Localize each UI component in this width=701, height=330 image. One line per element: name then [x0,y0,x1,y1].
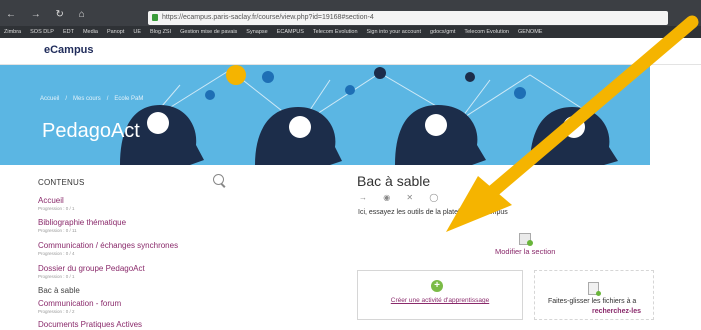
toc-item-progress: Progression : 0 / 11 [38,228,77,233]
toc-item-label[interactable]: Dossier du groupe PedagoAct [38,264,145,273]
course-banner [0,65,650,165]
toc-item-progress: Progression : 0 / 2 [38,309,75,314]
bookmark-item[interactable]: SOS DLP [30,29,54,35]
ecampus-logo[interactable]: eCampus [44,44,94,56]
bookmarks-bar: Zimbra SOS DLP EDT Media Panopt UE Blog ZSI Ges… [0,26,701,38]
bookmark-item[interactable]: GENOME [518,29,542,35]
banner-illustration [120,65,618,165]
edit-section-icon[interactable] [519,233,533,246]
breadcrumb-separator: / [106,96,109,102]
browse-files-link[interactable]: recherchez-les [592,308,641,315]
lock-icon [152,14,158,21]
bookmark-item[interactable]: Zimbra [4,29,21,35]
contents-heading: CONTENUS [38,178,85,187]
address-bar[interactable]: https://ecampus.paris-saclay.fr/course/v… [148,11,668,25]
breadcrumb-course[interactable]: Ecole PaM [114,96,143,102]
breadcrumb-home[interactable]: Accueil [40,96,59,102]
toc-item-label[interactable]: Communication / échanges synchrones [38,241,178,250]
bookmark-item[interactable]: ECAMPUS [277,29,304,35]
bookmark-item[interactable]: EDT [63,29,74,35]
bookmark-item[interactable]: Blog ZSI [150,29,171,35]
bookmark-item[interactable]: Panopt [107,29,124,35]
toc-item-forum[interactable]: Communication - forum Progression : 0 / … [38,299,121,314]
toc-item-accueil[interactable]: Accueil Progression : 0 / 1 [38,196,75,211]
bookmark-item[interactable]: UE [133,29,141,35]
toc-item-label[interactable]: Accueil [38,196,75,205]
breadcrumb-separator: / [65,96,68,102]
toc-item-documents[interactable]: Documents Pratiques Actives [38,320,142,329]
toc-item-dossier[interactable]: Dossier du groupe PedagoAct Progression … [38,264,145,279]
toc-item-bac-a-sable[interactable]: Bac à sable [38,286,80,295]
section-description: Ici, essayez les outils de la plateforme… [358,209,508,216]
toc-item-progress: Progression : 0 / 1 [38,206,75,211]
url-text: https://ecampus.paris-saclay.fr/course/v… [162,14,374,21]
bookmark-item[interactable]: gdocs/gmt [430,29,455,35]
toc-item-label[interactable]: Bac à sable [38,286,80,295]
modify-section-link[interactable]: Modifier la section [495,247,555,256]
section-action-icons[interactable]: → ◉ ✕ ◯ [359,193,445,202]
bookmark-item[interactable]: Gestion mise de pavais [180,29,237,35]
toc-item-progress: Progression : 0 / 1 [38,274,75,279]
toc-item-progress: Progression : 0 / 4 [38,251,75,256]
page-title: PedagoAct [42,120,140,142]
toc-item-label[interactable]: Communication - forum [38,299,121,308]
create-activity-link[interactable]: Créer une activité d'apprentissage [357,297,523,304]
breadcrumb-my-courses[interactable]: Mes cours [73,96,101,102]
bookmark-item[interactable]: Telecom Evolution [464,29,509,35]
bookmark-item[interactable]: Media [83,29,98,35]
browser-nav-buttons[interactable]: ← → ↻ ⌂ [6,9,91,20]
toc-item-label[interactable]: Bibliographie thématique [38,218,126,227]
plus-icon[interactable]: + [431,280,443,292]
create-activity-box[interactable] [357,270,523,320]
site-header [0,38,701,65]
section-title: Bac à sable [357,173,431,189]
bookmark-item[interactable]: Synapse [246,29,267,35]
breadcrumb: Accueil / Mes cours / Ecole PaM [40,96,149,102]
bookmark-item[interactable]: Telecom Evolution [313,29,358,35]
toc-item-bibliographie[interactable]: Bibliographie thématique Progression : 0… [38,218,126,233]
toc-item-label[interactable]: Documents Pratiques Actives [38,320,142,329]
bookmark-item[interactable]: Sign into your account [367,29,421,35]
search-icon[interactable] [213,174,224,185]
toc-item-communication-synchrone[interactable]: Communication / échanges synchrones Prog… [38,241,178,256]
drop-zone-text: Faites-glisser les fichiers à a [548,298,637,305]
file-upload-icon [588,282,601,296]
